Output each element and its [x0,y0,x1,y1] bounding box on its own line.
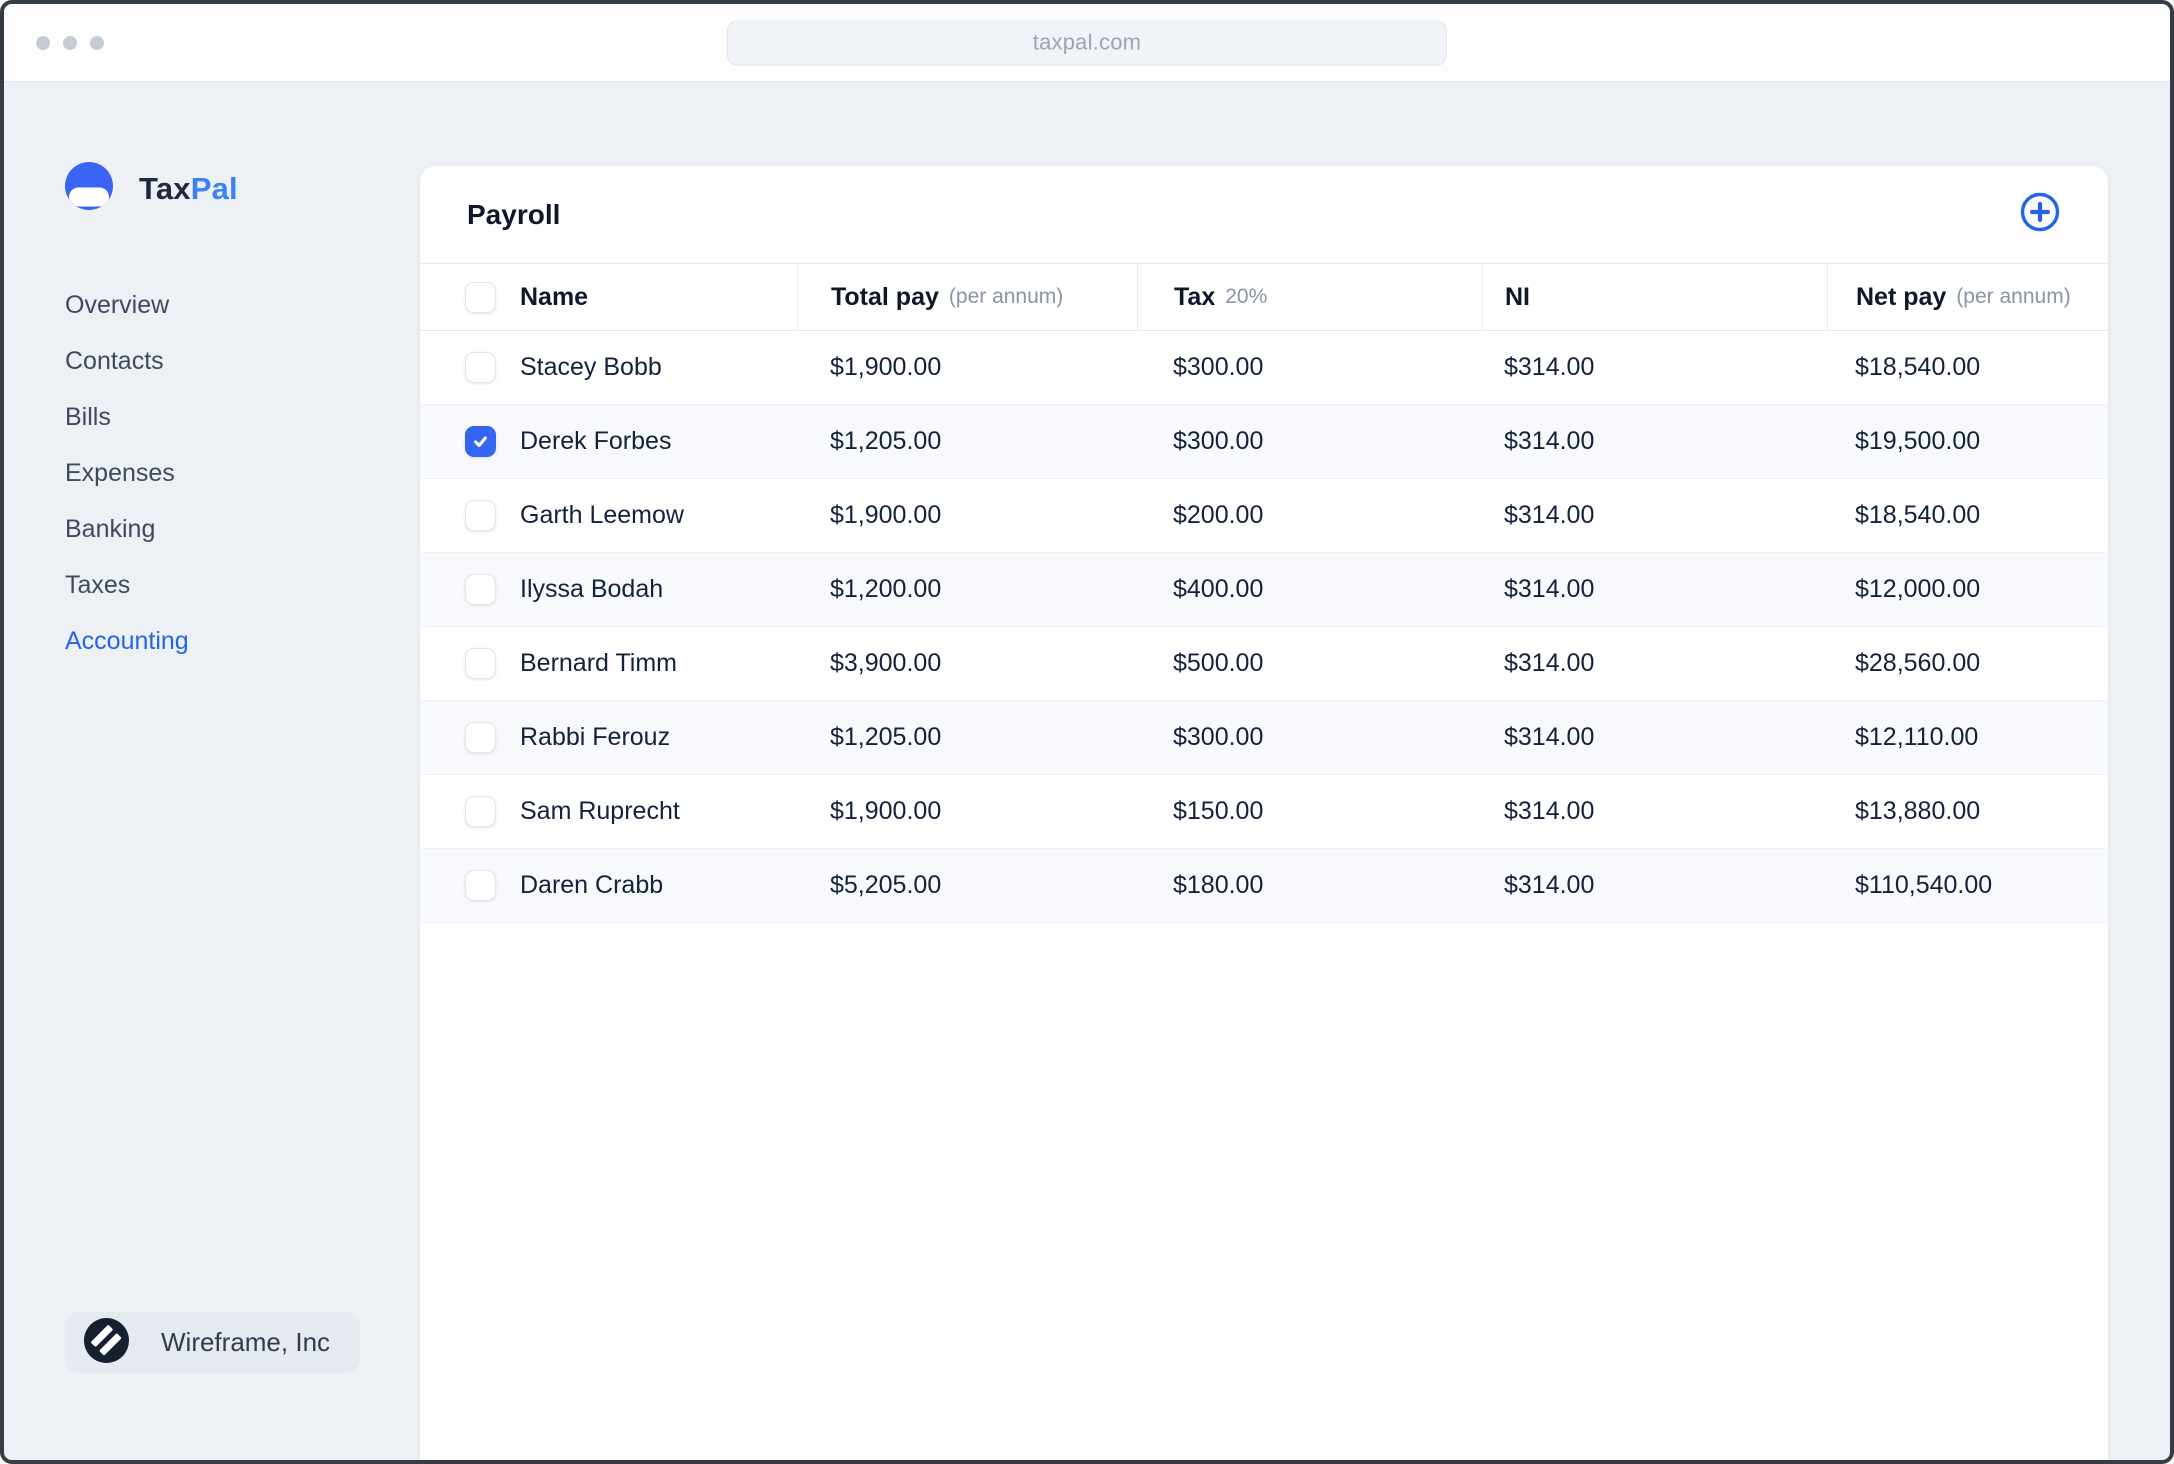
window-controls [36,35,104,50]
total-pay-value: $1,205.00 [830,723,942,751]
total-pay-value: $1,900.00 [830,353,942,381]
page-body: TaxPal Overview Contacts Bills Expenses Bank… [4,82,2170,1460]
add-employee-button[interactable] [2019,191,2061,238]
address-bar[interactable]: taxpal.com [727,20,1447,65]
table-header: Name Total pay (per annum) Tax 20% NI Net … [420,263,2108,331]
row-checkbox[interactable] [465,500,496,531]
net-pay-value: $110,540.00 [1855,871,1993,899]
employee-name: Garth Leemow [520,501,684,529]
sidebar-item-banking[interactable]: Banking [65,501,420,557]
column-header-ni: NI [1482,264,1827,330]
ni-value: $314.00 [1504,797,1595,825]
row-checkbox[interactable] [465,870,496,901]
row-checkbox[interactable] [465,796,496,827]
ni-value: $314.00 [1504,501,1595,529]
employee-name: Stacey Bobb [520,353,662,381]
ni-value: $314.00 [1504,871,1595,899]
sidebar-item-bills[interactable]: Bills [65,389,420,445]
table-row: Garth Leemow $1,900.00 $200.00 $314.00 $18,5… [420,479,2108,553]
sidebar-item-accounting[interactable]: Accounting [65,613,420,669]
net-pay-value: $18,540.00 [1855,353,1981,381]
total-pay-value: $1,900.00 [830,501,942,529]
row-checkbox[interactable] [465,722,496,753]
select-all-checkbox[interactable] [465,281,496,313]
payroll-header: Payroll [420,166,2108,263]
page-title: Payroll [467,198,561,230]
column-header-total-pay: Total pay (per annum) [797,264,1137,330]
payroll-table-body: Stacey Bobb $1,900.00 $300.00 $314.00 $18,54… [420,331,2108,923]
row-checkbox[interactable] [465,426,496,457]
total-pay-value: $3,900.00 [830,649,942,677]
company-name: Wireframe, Inc [161,1327,331,1357]
brand-logo[interactable]: TaxPal [65,162,420,215]
employee-name: Bernard Timm [520,649,677,677]
column-header-tax: Tax 20% [1137,264,1482,330]
total-pay-value: $1,200.00 [830,575,942,603]
net-pay-value: $19,500.00 [1855,427,1981,455]
window-dot-icon[interactable] [90,35,104,50]
table-row: Bernard Timm $3,900.00 $500.00 $314.00 $28,5… [420,627,2108,701]
wireframe-logo-icon [84,1317,129,1368]
taxpal-logo-icon [65,162,113,215]
browser-chrome: taxpal.com [4,4,2170,82]
net-pay-value: $12,000.00 [1855,575,1981,603]
brand-name: TaxPal [139,170,238,206]
ni-value: $314.00 [1504,427,1595,455]
tax-value: $300.00 [1173,353,1264,381]
employee-name: Daren Crabb [520,871,664,899]
tax-value: $200.00 [1173,501,1264,529]
tax-value: $150.00 [1173,797,1264,825]
table-row: Rabbi Ferouz $1,205.00 $300.00 $314.00 $12,1… [420,701,2108,775]
total-pay-value: $1,205.00 [830,427,942,455]
sidebar-item-expenses[interactable]: Expenses [65,445,420,501]
sidebar: TaxPal Overview Contacts Bills Expenses Bank… [65,82,420,1460]
row-checkbox[interactable] [465,574,496,605]
company-switcher[interactable]: Wireframe, Inc [65,1312,361,1373]
employee-name: Sam Ruprecht [520,797,680,825]
app-window: taxpal.com TaxPal Overview Contacts Bills E… [0,0,2174,1464]
employee-name: Derek Forbes [520,427,672,455]
tax-value: $400.00 [1173,575,1264,603]
net-pay-value: $12,110.00 [1855,723,1979,751]
address-bar-url: taxpal.com [1032,29,1142,55]
tax-value: $300.00 [1173,427,1264,455]
sidebar-item-overview[interactable]: Overview [65,277,420,333]
net-pay-value: $28,560.00 [1855,649,1981,677]
column-header-net-pay: Net pay (per annum) [1827,264,2108,330]
table-row: Daren Crabb $5,205.00 $180.00 $314.00 $110,5… [420,849,2108,923]
ni-value: $314.00 [1504,575,1595,603]
sidebar-item-contacts[interactable]: Contacts [65,333,420,389]
net-pay-value: $13,880.00 [1855,797,1981,825]
table-row: Stacey Bobb $1,900.00 $300.00 $314.00 $18,54… [420,331,2108,405]
table-row: Derek Forbes $1,205.00 $300.00 $314.00 $19,5… [420,405,2108,479]
total-pay-value: $5,205.00 [830,871,942,899]
tax-value: $500.00 [1173,649,1264,677]
ni-value: $314.00 [1504,723,1595,751]
sidebar-item-taxes[interactable]: Taxes [65,557,420,613]
ni-value: $314.00 [1504,353,1595,381]
row-checkbox[interactable] [465,648,496,679]
employee-name: Rabbi Ferouz [520,723,671,751]
net-pay-value: $18,540.00 [1855,501,1981,529]
column-header-name: Name [520,282,589,311]
total-pay-value: $1,900.00 [830,797,942,825]
ni-value: $314.00 [1504,649,1595,677]
window-dot-icon[interactable] [36,35,50,50]
payroll-card: Payroll Name Total pay (per annum) Tax 2… [420,166,2108,1460]
employee-name: Ilyssa Bodah [520,575,664,603]
tax-value: $300.00 [1173,723,1264,751]
sidebar-nav: Overview Contacts Bills Expenses Banking Taxe… [65,277,420,669]
tax-value: $180.00 [1173,871,1264,899]
row-checkbox[interactable] [465,352,496,383]
plus-circle-icon [2019,191,2061,238]
table-row: Sam Ruprecht $1,900.00 $150.00 $314.00 $13,8… [420,775,2108,849]
window-dot-icon[interactable] [63,35,77,50]
table-row: Ilyssa Bodah $1,200.00 $400.00 $314.00 $12,0… [420,553,2108,627]
